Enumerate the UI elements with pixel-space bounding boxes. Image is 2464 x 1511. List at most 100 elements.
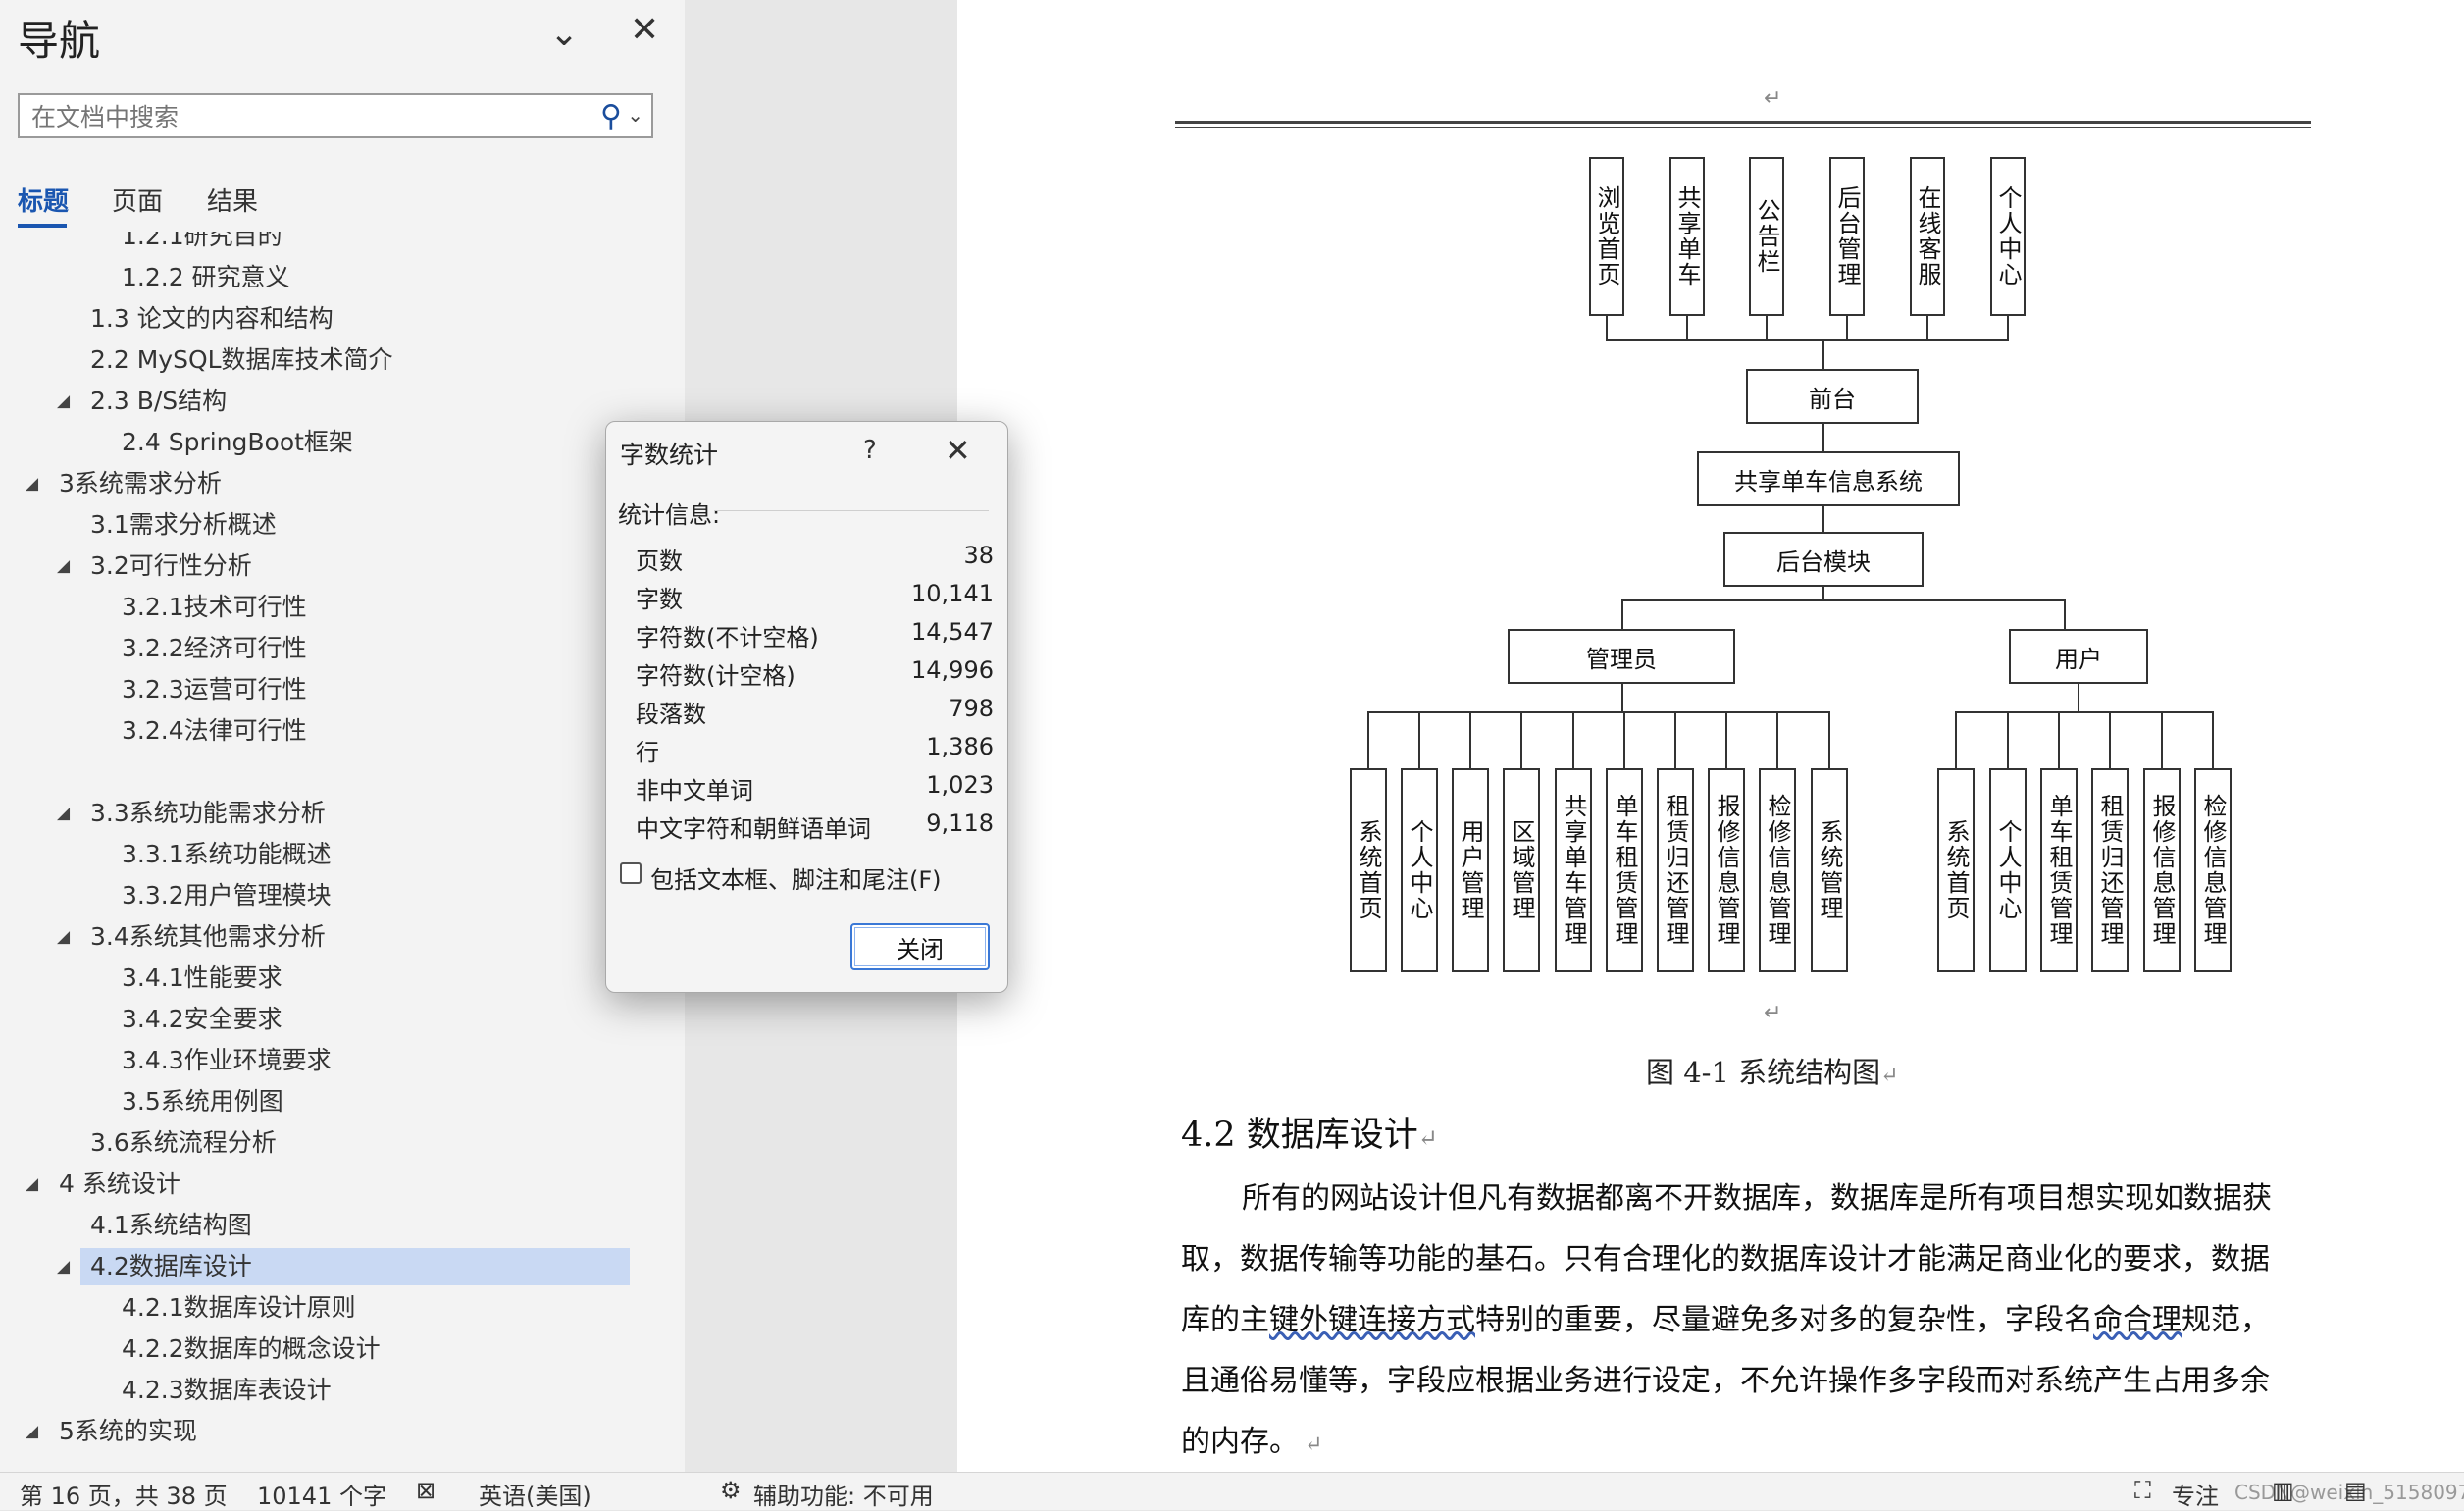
help-icon[interactable]: ? — [863, 436, 877, 465]
connector-line — [1822, 424, 1824, 451]
admin-module-box: 系统首页 — [1350, 768, 1387, 972]
system-box: 共享单车信息系统 — [1697, 451, 1960, 506]
outline-item-label: 2.4 SpringBoot框架 — [122, 428, 353, 456]
connector-line — [1572, 711, 1574, 768]
outline-item-label: 4.2.3数据库表设计 — [122, 1376, 332, 1404]
collapse-triangle-icon[interactable]: ◢ — [57, 918, 70, 956]
figure-caption-text: 图 4-1 系统结构图 — [1646, 1056, 1881, 1089]
outline-item[interactable]: 3.2.3运营可行性 — [0, 671, 647, 708]
outline-item[interactable]: 2.4 SpringBoot框架 — [0, 424, 647, 461]
outline-item[interactable]: 3.2.1技术可行性 — [0, 589, 647, 626]
outline-item[interactable]: ◢ 3.4系统其他需求分析 — [0, 918, 647, 956]
language[interactable]: 英语(美国) — [479, 1477, 591, 1511]
user-module-box: 租赁归还管理 — [2091, 768, 2129, 972]
collapse-triangle-icon[interactable]: ◢ — [26, 465, 38, 502]
close-icon[interactable]: ✕ — [630, 10, 659, 50]
front-module-box: 公告栏 — [1749, 157, 1784, 316]
body-text-line: 取，数据传输等功能的基石。只有合理化的数据库设计才能满足商业化的要求，数据 — [1181, 1242, 2270, 1277]
outline-item[interactable]: ◢ 3.2可行性分析 — [0, 547, 647, 585]
stat-label: 页数 — [636, 547, 683, 575]
close-icon[interactable]: ✕ — [945, 432, 971, 469]
outline-item[interactable]: 3.3.1系统功能概述 — [0, 836, 647, 873]
outline-item-label: 3系统需求分析 — [59, 469, 222, 497]
stat-label: 字数 — [636, 586, 683, 613]
outline-item[interactable]: 3.4.3作业环境要求 — [0, 1042, 647, 1079]
connector-line — [1469, 711, 1471, 768]
tab-headings[interactable]: 标题 — [18, 182, 69, 218]
outline-item[interactable]: 1.2.2 研究意义 — [0, 259, 647, 296]
outline-item[interactable]: 3.1需求分析概述 — [0, 506, 647, 544]
connector-line — [1621, 599, 2066, 601]
outline-item-label: 3.4.1性能要求 — [122, 964, 282, 992]
stat-row: 页数 38 — [636, 542, 994, 579]
outline-item[interactable]: ◢ 4 系统设计 — [0, 1166, 647, 1203]
connector-line — [1822, 339, 1824, 369]
collapse-triangle-icon[interactable]: ◢ — [26, 1166, 38, 1203]
close-button[interactable]: 关闭 — [850, 923, 990, 970]
connector-line — [1520, 711, 1522, 768]
outline-item-label: 3.3.2用户管理模块 — [122, 881, 332, 910]
outline-item[interactable]: 3.6系统流程分析 — [0, 1124, 647, 1162]
proofing-mark: 键外键连接方式 — [1269, 1303, 1475, 1337]
outline-item-label: 2.3 B/S结构 — [90, 387, 228, 415]
outline-item[interactable]: ◢ 3系统需求分析 — [0, 465, 647, 502]
outline-item[interactable]: ◢ 2.3 B/S结构 — [0, 383, 647, 420]
word-count-dialog: 字数统计 ? ✕ 统计信息: 页数 38 字数 10,141 字符数(不计空格) 14,5… — [605, 421, 1008, 993]
search-icon[interactable]: ⚲ — [600, 99, 622, 133]
search-box[interactable]: ⚲ ⌄ — [18, 93, 653, 138]
user-module-box: 系统首页 — [1937, 768, 1975, 972]
connector-line — [2007, 711, 2009, 768]
outline-item[interactable]: ◢ 3.3系统功能需求分析 — [0, 795, 647, 832]
dialog-title: 字数统计 — [620, 441, 719, 469]
collapse-triangle-icon[interactable]: ◢ — [57, 795, 70, 832]
outline-item-label: 3.4.3作业环境要求 — [122, 1046, 332, 1074]
focus-mode[interactable]: 专注 — [2172, 1477, 2219, 1511]
tab-pages[interactable]: 页面 — [112, 182, 163, 218]
include-textboxes-checkbox[interactable] — [620, 862, 642, 884]
outline-item[interactable]: 1.2.1研究目的 — [0, 232, 647, 255]
stat-label: 字符数(不计空格) — [636, 624, 819, 651]
document-page[interactable]: ↵ 浏览首页 共享单车 公告栏 后台管理 在线客服 个人中心 前台 共享单车信息系统 后台模块管… — [957, 0, 2464, 1472]
proofing-mark: 命合理 — [2093, 1303, 2182, 1337]
outline-item-label: 3.2.4法律可行性 — [122, 716, 307, 745]
outline-item[interactable]: 3.4.2安全要求 — [0, 1001, 647, 1038]
outline-item[interactable] — [0, 754, 647, 791]
word-count[interactable]: 10141 个字 — [257, 1477, 386, 1511]
outline-item-selected[interactable]: ◢ 4.2数据库设计 — [57, 1248, 630, 1285]
read-mode-icon[interactable]: ▥ — [2272, 1477, 2294, 1504]
outline-item[interactable]: 3.2.4法律可行性 — [0, 712, 647, 750]
collapse-triangle-icon[interactable]: ◢ — [26, 1413, 38, 1450]
outline-item[interactable]: 3.3.2用户管理模块 — [0, 877, 647, 914]
chevron-down-icon[interactable]: ⌄ — [627, 103, 643, 127]
body-text-line: 的内存。 ↵ — [1181, 1417, 1322, 1460]
checkbox-label[interactable]: 包括文本框、脚注和尾注(F) — [650, 860, 942, 895]
collapse-triangle-icon[interactable]: ◢ — [57, 547, 70, 585]
connector-line — [1846, 316, 1848, 341]
outline-item[interactable]: 4.1系统结构图 — [0, 1207, 647, 1244]
outline-item[interactable]: 4.2.2数据库的概念设计 — [0, 1330, 647, 1368]
connector-line — [1686, 316, 1688, 341]
outline-item[interactable]: 2.2 MySQL数据库技术简介 — [0, 341, 647, 379]
collapse-triangle-icon[interactable]: ◢ — [57, 1248, 70, 1285]
outline-item[interactable]: 4.2.1数据库设计原则 — [0, 1289, 647, 1327]
outline-item[interactable]: 3.4.1性能要求 — [0, 960, 647, 997]
tab-results[interactable]: 结果 — [207, 182, 258, 218]
page-indicator[interactable]: 第 16 页，共 38 页 — [20, 1477, 228, 1511]
collapse-triangle-icon[interactable]: ◢ — [57, 383, 70, 420]
front-box: 前台 — [1746, 369, 1919, 424]
focus-icon[interactable]: ⛶ — [2134, 1477, 2151, 1504]
front-module-box: 后台管理 — [1829, 157, 1865, 316]
accessibility-icon[interactable]: ⚙ — [720, 1477, 742, 1504]
chevron-down-icon[interactable]: ⌄ — [549, 14, 579, 54]
outline-item[interactable]: 1.3 论文的内容和结构 — [0, 300, 647, 338]
outline-item[interactable]: 3.2.2经济可行性 — [0, 630, 647, 667]
accessibility-status[interactable]: 辅助功能: 不可用 — [753, 1477, 934, 1511]
outline-item[interactable]: ◢ 5系统的实现 — [0, 1413, 647, 1450]
navigation-pane: 导航 ⌄ ✕ ⚲ ⌄ 标题 页面 结果 1.2.1研究目的1.2.2 研究意义1… — [0, 0, 686, 1472]
outline-item[interactable]: 3.5系统用例图 — [0, 1083, 647, 1120]
search-input[interactable] — [29, 99, 602, 134]
print-layout-icon[interactable]: ▤ — [2344, 1477, 2367, 1504]
outline-item[interactable]: 4.2.3数据库表设计 — [0, 1372, 647, 1409]
proofing-icon[interactable]: ⊠ — [416, 1477, 436, 1504]
stat-value: 9,118 — [926, 809, 994, 837]
